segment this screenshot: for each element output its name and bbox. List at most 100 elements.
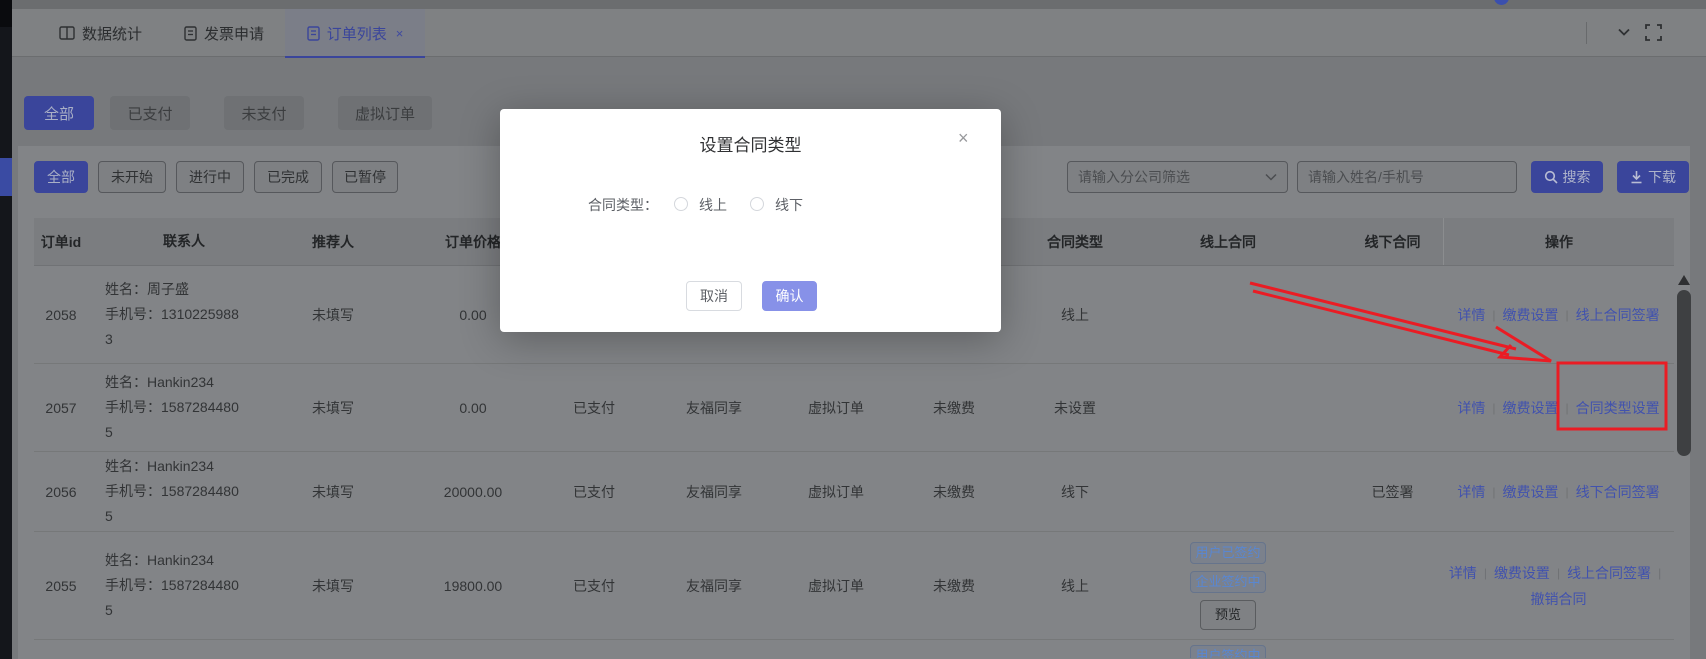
fullscreen-icon[interactable] (1645, 24, 1662, 41)
status-filter-unpaid[interactable]: 未支付 (224, 96, 304, 130)
tab-invoice-request[interactable]: 发票申请 (184, 9, 264, 57)
price-cell: 20000.00 (386, 481, 560, 503)
op-detail-link[interactable]: 详情 (1457, 481, 1485, 503)
op-detail-link[interactable]: 详情 (1457, 304, 1485, 326)
contact-phone-wrap: 3 (105, 327, 113, 352)
referrer-cell: 未填写 (280, 397, 386, 419)
radio-offline-label[interactable]: 线下 (775, 195, 803, 215)
contact-phone-wrap: 5 (105, 504, 113, 529)
branch-filter-select[interactable]: 请输入分公司筛选 (1067, 161, 1288, 193)
keyword-input[interactable] (1297, 161, 1517, 193)
contact-phone: 手机号：1310225988 (105, 302, 239, 327)
operations-cell: 详情 | 缴费设置 | 线上合同签署 (1443, 304, 1674, 326)
contract-type-modal: 设置合同类型 × 合同类型： 线上 线下 取消 确认 (500, 109, 1001, 332)
order-type-cell: 虚拟订单 (800, 397, 872, 419)
operations-cell: 详情 | 缴费设置 | 合同类型设置 (1443, 397, 1674, 419)
search-button[interactable]: 搜索 (1531, 161, 1603, 193)
price-cell: 0.00 (386, 397, 560, 419)
contract-type-cell: 线上 (1036, 575, 1114, 597)
progress-filter-not-started[interactable]: 未开始 (98, 161, 166, 193)
chevron-down-icon[interactable] (1616, 24, 1632, 40)
operations-cell: 详情 | 缴费设置 | 线下合同签署 (1443, 481, 1674, 503)
stats-icon (59, 26, 75, 40)
header-order-id: 订单id (34, 232, 88, 252)
source-cell: 友福同享 (628, 397, 800, 419)
scrollbar-thumb[interactable] (1677, 290, 1691, 456)
fee-status-cell: 未缴费 (872, 575, 1036, 597)
tab-label: 订单列表 (327, 23, 387, 44)
contract-preview-button[interactable]: 预览 (1200, 600, 1256, 630)
online-contract-cell: 用户已签约 企业签约中 预览 (1114, 542, 1342, 630)
radio-online-label[interactable]: 线上 (699, 195, 727, 215)
table-row-partial: 用户签约中 (34, 640, 1674, 658)
progress-filter-in-progress[interactable]: 进行中 (176, 161, 244, 193)
op-separator: | (1566, 481, 1569, 503)
download-button[interactable]: 下载 (1617, 161, 1689, 193)
source-cell: 友福同享 (628, 575, 800, 597)
branch-filter-placeholder: 请输入分公司筛选 (1078, 167, 1265, 187)
contact-name: 姓名：周子盛 (105, 277, 189, 302)
online-contract-status-tag[interactable]: 用户签约中 (1190, 645, 1266, 658)
op-offline-sign-link[interactable]: 线下合同签署 (1576, 481, 1660, 503)
progress-filter-completed[interactable]: 已完成 (254, 161, 322, 193)
modal-title: 设置合同类型 (500, 131, 1001, 156)
op-fee-setting-link[interactable]: 缴费设置 (1494, 562, 1550, 584)
order-list-icon (307, 26, 320, 41)
status-filter-paid[interactable]: 已支付 (110, 96, 190, 130)
op-separator: | (1492, 397, 1495, 419)
contract-type-cell: 未设置 (1036, 397, 1114, 419)
op-online-sign-link[interactable]: 线上合同签署 (1576, 304, 1660, 326)
radio-offline[interactable] (750, 197, 764, 211)
status-filter-virtual[interactable]: 虚拟订单 (338, 96, 432, 130)
radio-online[interactable] (674, 197, 688, 211)
op-fee-setting-link[interactable]: 缴费设置 (1503, 304, 1559, 326)
online-contract-status-tag[interactable]: 用户已签约 (1190, 542, 1266, 564)
top-band (0, 0, 1706, 9)
order-type-cell: 虚拟订单 (800, 481, 872, 503)
scrollbar-up-arrow[interactable] (1678, 275, 1690, 285)
order-id: 2058 (34, 304, 88, 326)
invoice-icon (184, 26, 197, 41)
op-detail-link[interactable]: 详情 (1457, 397, 1485, 419)
download-icon (1630, 170, 1643, 184)
op-detail-link[interactable]: 详情 (1449, 562, 1477, 584)
op-contract-type-setting-link[interactable]: 合同类型设置 (1576, 397, 1660, 419)
progress-filter-all[interactable]: 全部 (34, 161, 88, 193)
tab-bar: 数据统计 发票申请 订单列表 × (12, 9, 1706, 57)
status-filter-all[interactable]: 全部 (24, 96, 94, 130)
contract-type-cell: 线下 (1036, 481, 1114, 503)
contact-name: 姓名：Hankin234 (105, 548, 214, 573)
contact-cell: 姓名：Hankin234 手机号：1587284480 5 (88, 370, 280, 445)
sidebar-logo-area (0, 0, 12, 27)
header-contact: 联系人 (88, 229, 280, 254)
op-fee-setting-link[interactable]: 缴费设置 (1503, 481, 1559, 503)
table-row: 2057 姓名：Hankin234 手机号：1587284480 5 未填写 0… (34, 364, 1674, 452)
referrer-cell: 未填写 (280, 304, 386, 326)
modal-close-icon[interactable]: × (958, 129, 969, 147)
toolbar-divider (1586, 22, 1587, 44)
cancel-button[interactable]: 取消 (686, 281, 742, 311)
contract-type-cell: 线上 (1036, 304, 1114, 326)
op-online-sign-link[interactable]: 线上合同签署 (1567, 562, 1651, 584)
tab-close-icon[interactable]: × (396, 26, 404, 41)
op-separator: | (1658, 562, 1661, 584)
sidebar-active-item[interactable] (0, 158, 12, 196)
op-separator: | (1492, 304, 1495, 326)
header-offline-contract: 线下合同 (1342, 231, 1443, 253)
op-separator: | (1484, 562, 1487, 584)
contact-phone: 手机号：1587284480 (105, 395, 239, 420)
confirm-button[interactable]: 确认 (762, 281, 817, 311)
progress-filter-paused[interactable]: 已暂停 (332, 161, 398, 193)
tab-order-list[interactable]: 订单列表 × (285, 9, 425, 57)
source-cell: 友福同享 (628, 481, 800, 503)
tab-data-statistics[interactable]: 数据统计 (59, 9, 142, 57)
referrer-cell: 未填写 (280, 481, 386, 503)
online-contract-status-tag[interactable]: 企业签约中 (1190, 571, 1266, 593)
op-revoke-contract-link[interactable]: 撤销合同 (1531, 588, 1587, 610)
floating-widget-dot (1494, 0, 1509, 5)
contact-phone: 手机号：1587284480 (105, 479, 239, 504)
table-row: 2056 姓名：Hankin234 手机号：1587284480 5 未填写 2… (34, 452, 1674, 532)
left-sidebar-edge (0, 0, 12, 659)
pay-status-cell: 已支付 (560, 397, 628, 419)
op-fee-setting-link[interactable]: 缴费设置 (1503, 397, 1559, 419)
